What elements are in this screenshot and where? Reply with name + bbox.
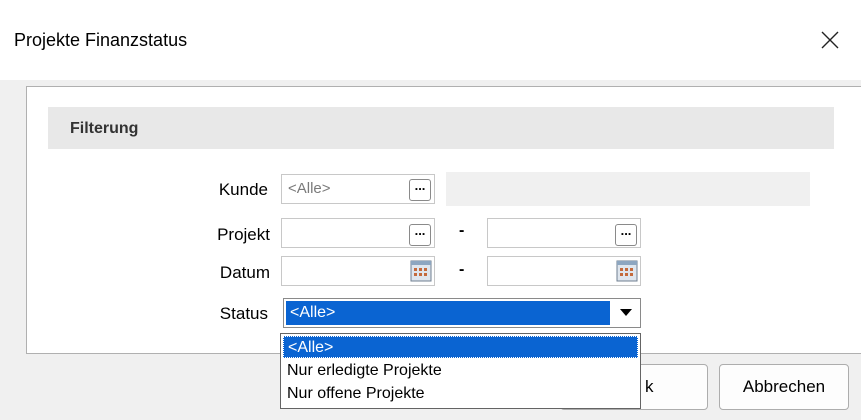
datum-range-separator: - xyxy=(459,261,465,278)
projekt-from-browse-button[interactable]: ... xyxy=(409,224,431,246)
calendar-icon[interactable] xyxy=(410,260,432,282)
status-dropdown-list: <Alle> Nur erledigte Projekte Nur offene… xyxy=(280,333,641,409)
window-title: Projekte Finanzstatus xyxy=(14,30,188,50)
title-bar: Projekte Finanzstatus xyxy=(0,0,861,80)
cancel-button[interactable]: Abbrechen xyxy=(719,364,849,410)
calendar-icon[interactable] xyxy=(616,260,638,282)
close-icon xyxy=(821,31,839,49)
kunde-name-display xyxy=(446,172,810,206)
projekt-to-browse-button[interactable]: ... xyxy=(615,224,637,246)
section-title: Filterung xyxy=(70,120,139,137)
dropdown-option-alle[interactable]: <Alle> xyxy=(283,336,638,358)
kunde-placeholder: <Alle> xyxy=(288,180,331,197)
section-header xyxy=(48,107,834,149)
kunde-browse-button[interactable]: ... xyxy=(409,179,431,201)
chevron-down-icon[interactable] xyxy=(614,301,638,325)
status-selected-value: <Alle> xyxy=(286,301,610,325)
projekt-range-separator: - xyxy=(459,222,465,239)
status-label: Status xyxy=(219,304,268,323)
datum-label: Datum xyxy=(219,263,270,282)
dropdown-option-erledigt[interactable]: Nur erledigte Projekte xyxy=(283,360,638,382)
status-select[interactable]: <Alle> xyxy=(283,298,641,328)
kunde-label: Kunde xyxy=(218,180,268,199)
projekt-label: Projekt xyxy=(217,225,270,244)
dropdown-option-offen[interactable]: Nur offene Projekte xyxy=(283,383,638,405)
ok-button-label: k xyxy=(645,377,654,396)
close-button[interactable] xyxy=(812,22,848,58)
